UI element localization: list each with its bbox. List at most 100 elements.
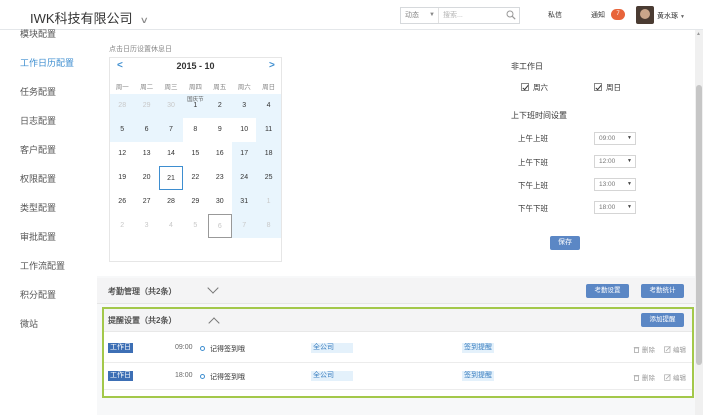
calendar-day[interactable]: 8 xyxy=(256,214,281,238)
save-button[interactable]: 保存 xyxy=(550,236,580,250)
attendance-title: 考勤管理（共2条） xyxy=(108,287,177,296)
row-divider xyxy=(104,389,692,390)
day-number: 30 xyxy=(215,198,224,205)
calendar-day[interactable]: 23 xyxy=(208,166,232,190)
calendar-day[interactable]: 10 xyxy=(232,118,256,142)
sidebar-item-workflow[interactable]: 工作流配置 xyxy=(20,259,65,272)
calendar-day[interactable]: 5 xyxy=(183,214,207,238)
sidebar-item-permissions[interactable]: 权限配置 xyxy=(20,172,56,185)
calendar-day[interactable]: 15 xyxy=(183,142,207,166)
user-menu[interactable]: 黄水琢 ▼ xyxy=(657,11,685,21)
attendance-stats-button[interactable]: 考勤统计 xyxy=(641,284,684,298)
calendar-day[interactable]: 6 xyxy=(134,118,159,142)
avatar[interactable] xyxy=(636,6,654,24)
weekday-label: 周六 xyxy=(237,84,251,91)
calendar-day[interactable]: 25 xyxy=(256,166,281,190)
calendar-day[interactable]: 13 xyxy=(134,142,158,166)
caret-down-icon: ▼ xyxy=(627,158,632,164)
pm-off-select[interactable]: 18:00 ▼ xyxy=(594,201,636,214)
sidebar-item-points[interactable]: 积分配置 xyxy=(20,288,56,301)
delete-button[interactable]: 删除 xyxy=(633,344,655,354)
calendar-day[interactable]: 30 xyxy=(208,190,232,214)
calendar-day[interactable]: 17 xyxy=(232,142,257,166)
edit-button[interactable]: 编辑 xyxy=(664,372,686,382)
calendar-day[interactable]: 8 xyxy=(183,118,207,142)
calendar-hint: 点击日历设置休息日 xyxy=(109,46,172,53)
next-month-button[interactable]: > xyxy=(269,60,275,71)
pm-on-select[interactable]: 13:00 ▼ xyxy=(594,178,636,191)
day-number: 16 xyxy=(215,150,224,157)
am-on-select[interactable]: 09:00 ▼ xyxy=(594,132,636,145)
calendar-day[interactable]: 9 xyxy=(208,118,232,142)
nav-messages[interactable]: 私信 xyxy=(548,10,562,20)
calendar-day[interactable]: 26 xyxy=(110,190,134,214)
reminder-type: 签到提醒 xyxy=(462,343,494,353)
sidebar-item-types[interactable]: 类型配置 xyxy=(20,201,56,214)
pm-on-label: 下午上班 xyxy=(518,181,548,190)
calendar-day[interactable]: 20 xyxy=(134,166,158,190)
calendar-day[interactable]: 21 xyxy=(158,166,184,190)
calendar-day[interactable]: 30 xyxy=(158,94,184,118)
reminder-scope: 全公司 xyxy=(311,343,353,353)
day-number: 13 xyxy=(142,150,151,157)
calendar-day[interactable]: 7 xyxy=(158,118,184,142)
sunday-checkbox[interactable]: 周日 xyxy=(594,82,621,93)
sidebar-item-approvals[interactable]: 审批配置 xyxy=(20,230,56,243)
calendar-day[interactable]: 29 xyxy=(134,94,159,118)
sidebar-item-modules[interactable]: 模块配置 xyxy=(20,27,56,40)
calendar-day[interactable]: 19 xyxy=(110,166,134,190)
caret-down-icon: ▼ xyxy=(627,135,632,141)
calendar-day[interactable]: 28 xyxy=(110,94,135,118)
calendar-day[interactable]: 29 xyxy=(183,190,207,214)
calendar-day[interactable]: 31 xyxy=(232,190,257,214)
calendar-day[interactable]: 2 xyxy=(110,214,134,238)
weekday-row: 周一 周二 周三 周四 周五 周六 周日 xyxy=(110,78,281,94)
calendar-day[interactable]: 7 xyxy=(232,214,257,238)
edit-button[interactable]: 编辑 xyxy=(664,344,686,354)
calendar-day[interactable]: 18 xyxy=(256,142,281,166)
sidebar-item-tasks[interactable]: 任务配置 xyxy=(20,85,56,98)
sidebar-item-microsite[interactable]: 微站 xyxy=(20,317,38,330)
day-number: 5 xyxy=(193,222,198,229)
day-number: 7 xyxy=(169,126,173,133)
delete-button[interactable]: 删除 xyxy=(633,372,655,382)
day-number: 21 xyxy=(167,175,175,182)
calendar-day[interactable]: 28 xyxy=(159,190,183,214)
scrollbar-thumb[interactable] xyxy=(696,85,702,365)
am-off-value: 12:00 xyxy=(599,158,616,165)
calendar-day[interactable]: 2 xyxy=(207,94,232,118)
scroll-up-icon[interactable]: ▲ xyxy=(696,31,701,37)
search-input[interactable]: 搜索... xyxy=(443,8,463,23)
calendar-day[interactable]: 24 xyxy=(232,166,257,190)
add-reminder-button[interactable]: 添加提醒 xyxy=(641,313,684,327)
day-number: 29 xyxy=(191,198,200,205)
nav-notice[interactable]: 通知 xyxy=(591,10,605,20)
am-off-select[interactable]: 12:00 ▼ xyxy=(594,155,636,168)
calendar-day[interactable]: 4 xyxy=(159,214,183,238)
calendar-day[interactable]: 国庆节 1 xyxy=(183,94,208,118)
calendar-day[interactable]: 4 xyxy=(256,94,281,118)
sidebar-item-work-calendar[interactable]: 工作日历配置 xyxy=(20,56,74,69)
attendance-settings-button[interactable]: 考勤设置 xyxy=(586,284,629,298)
calendar-day[interactable]: 3 xyxy=(232,94,257,118)
calendar-day[interactable]: 5 xyxy=(110,118,135,142)
company-switcher[interactable]: IWK科技有限公司 ∨ xyxy=(30,8,148,27)
sidebar-item-logs[interactable]: 日志配置 xyxy=(20,114,56,127)
day-number: 10 xyxy=(240,126,249,133)
search-icon[interactable] xyxy=(506,10,516,20)
saturday-checkbox[interactable]: 周六 xyxy=(521,82,548,93)
sidebar-item-customers[interactable]: 客户配置 xyxy=(20,143,56,156)
day-number: 18 xyxy=(264,150,273,157)
scrollbar[interactable]: ▲ xyxy=(695,30,703,415)
calendar-day[interactable]: 16 xyxy=(208,142,232,166)
calendar-day[interactable]: 6 xyxy=(207,214,232,238)
reminder-section-header[interactable] xyxy=(104,309,692,332)
calendar-day[interactable]: 3 xyxy=(134,214,158,238)
search-type-select[interactable]: 动态 ▼ xyxy=(401,8,439,23)
calendar-day[interactable]: 22 xyxy=(183,166,207,190)
calendar-day[interactable]: 14 xyxy=(159,142,183,166)
calendar-day[interactable]: 1 xyxy=(256,190,281,214)
calendar-day[interactable]: 11 xyxy=(256,118,281,142)
calendar-day[interactable]: 12 xyxy=(110,142,134,166)
calendar-day[interactable]: 27 xyxy=(134,190,158,214)
